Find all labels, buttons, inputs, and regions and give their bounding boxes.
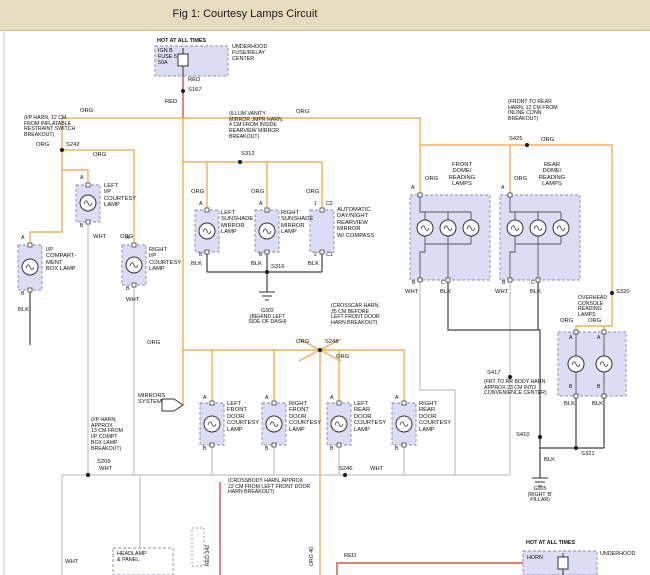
ground-icon-g302 (259, 292, 275, 300)
auto-mirror-box (310, 210, 334, 252)
splice-dot-s209 (86, 473, 90, 477)
splice-dot-s321 (574, 446, 578, 450)
splice-dot-s425 (525, 143, 529, 147)
splice-dot-s417 (508, 375, 512, 379)
lamp-icon (204, 416, 220, 432)
underhood-fuse-box (155, 46, 228, 76)
ground-icon-g305 (532, 478, 548, 486)
lamp-icon (553, 220, 569, 236)
splice-dot-s248 (318, 348, 322, 352)
front-dome-lamps-box (410, 195, 490, 280)
lamp-icon (259, 223, 275, 239)
splice-dot-s320 (610, 291, 614, 295)
splice-dot-s312 (238, 160, 242, 164)
splice-dot-s316 (265, 270, 269, 274)
lamp-icon (126, 257, 142, 273)
lamp-icon (417, 220, 433, 236)
rear-dome-lamps-box (500, 195, 580, 280)
lamp-icon (396, 416, 412, 432)
lamp-icon (331, 416, 347, 432)
lamp-icon (596, 356, 612, 372)
lamp-icon (440, 220, 456, 236)
lamp-icon (80, 195, 96, 211)
lamp-icon (568, 356, 584, 372)
lamp-icon (507, 220, 523, 236)
diagram-canvas (0, 0, 650, 575)
lamp-icon (463, 220, 479, 236)
wiring-diagram-figure: Fig 1: Courtesy Lamps Circuit (0, 0, 650, 575)
lamp-icon (22, 259, 38, 275)
component-boxes (18, 46, 626, 575)
wires-red (183, 76, 523, 575)
splice-dot-s246 (343, 473, 347, 477)
splice-dot-s242 (60, 148, 64, 152)
lamp-icon (266, 416, 282, 432)
wires-black (30, 252, 604, 478)
lamp-icon (530, 220, 546, 236)
splice-dot-s410 (538, 435, 542, 439)
mirrors-system-arrow-icon (162, 399, 183, 411)
lamp-icon (199, 223, 215, 239)
headlamp-panel-switch-box (113, 548, 173, 575)
wires-orange (30, 118, 612, 575)
splice-dot-s167 (181, 89, 185, 93)
inline-connector (192, 528, 204, 566)
